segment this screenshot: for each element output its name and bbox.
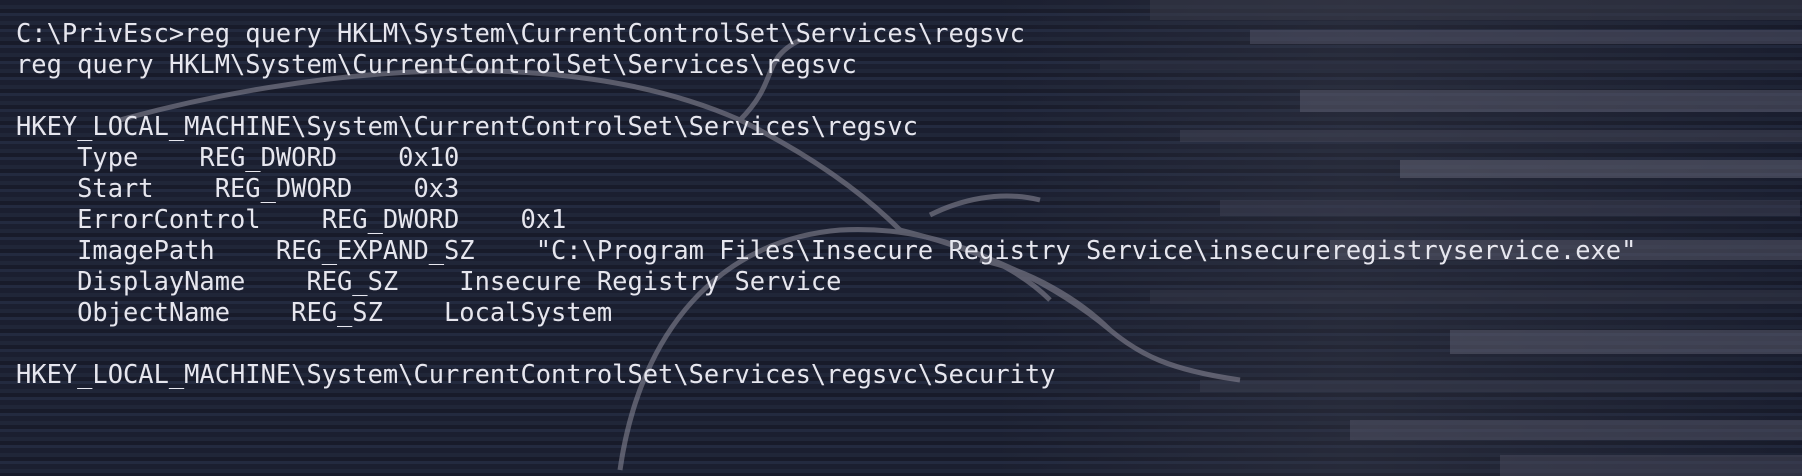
terminal-line: C:\PrivEsc>reg query HKLM\System\Current… [16, 18, 1025, 48]
terminal-line: DisplayName REG_SZ Insecure Registry Ser… [16, 266, 842, 296]
terminal-line: Type REG_DWORD 0x10 [16, 142, 460, 172]
terminal-window[interactable]: C:\PrivEsc>reg query HKLM\System\Current… [0, 0, 1802, 476]
terminal-output: C:\PrivEsc>reg query HKLM\System\Current… [16, 18, 1636, 390]
terminal-line: reg query HKLM\System\CurrentControlSet\… [16, 49, 857, 79]
terminal-line: ImagePath REG_EXPAND_SZ "C:\Program File… [16, 235, 1637, 265]
terminal-line: Start REG_DWORD 0x3 [16, 173, 460, 203]
terminal-line: HKEY_LOCAL_MACHINE\System\CurrentControl… [16, 111, 918, 141]
terminal-line: HKEY_LOCAL_MACHINE\System\CurrentControl… [16, 359, 1056, 389]
terminal-line: ObjectName REG_SZ LocalSystem [16, 297, 613, 327]
terminal-line: ErrorControl REG_DWORD 0x1 [16, 204, 567, 234]
